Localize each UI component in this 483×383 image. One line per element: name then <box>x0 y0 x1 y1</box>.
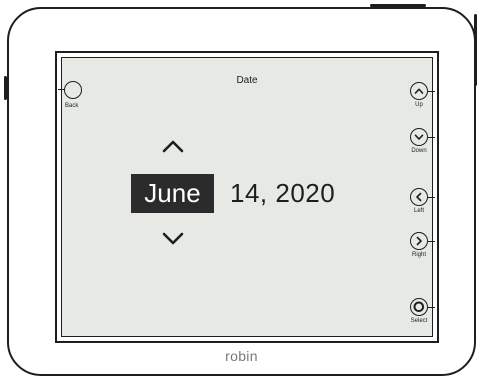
month-decrement-icon[interactable] <box>161 231 185 247</box>
left-button[interactable] <box>410 188 428 206</box>
left-button-stub <box>428 197 435 198</box>
chevron-right-icon <box>416 236 422 246</box>
chevron-up-icon <box>414 88 424 94</box>
chevron-down-icon <box>414 134 424 140</box>
select-ring-icon <box>413 301 425 313</box>
back-button-label: Back <box>65 103 79 109</box>
date-day: 14, <box>230 178 268 208</box>
down-button-label: Down <box>411 148 427 154</box>
month-increment-icon[interactable] <box>161 138 185 154</box>
right-button[interactable] <box>410 232 428 250</box>
down-button-stub <box>428 137 435 138</box>
month-selected[interactable]: June <box>131 174 214 213</box>
down-button[interactable] <box>410 128 428 146</box>
chevron-left-icon <box>416 192 422 202</box>
display-screen: Date Back Up Down Left Right Select June… <box>58 57 435 337</box>
right-button-label: Right <box>411 252 426 258</box>
screen-bezel: Date Back Up Down Left Right Select June… <box>55 51 439 343</box>
screen-title: Date <box>236 75 258 86</box>
date-year: 2020 <box>275 178 336 208</box>
select-button-label: Select <box>410 318 428 324</box>
right-button-stub <box>428 241 435 242</box>
up-button[interactable] <box>410 82 428 100</box>
up-button-label: Up <box>415 102 423 108</box>
up-button-stub <box>428 91 435 92</box>
date-day-year: 14, 2020 <box>230 174 335 213</box>
brand-logo: robin <box>225 348 258 364</box>
select-button-stub <box>428 307 435 308</box>
select-button[interactable] <box>410 298 428 316</box>
back-button[interactable] <box>64 81 82 99</box>
left-button-label: Left <box>413 208 424 214</box>
